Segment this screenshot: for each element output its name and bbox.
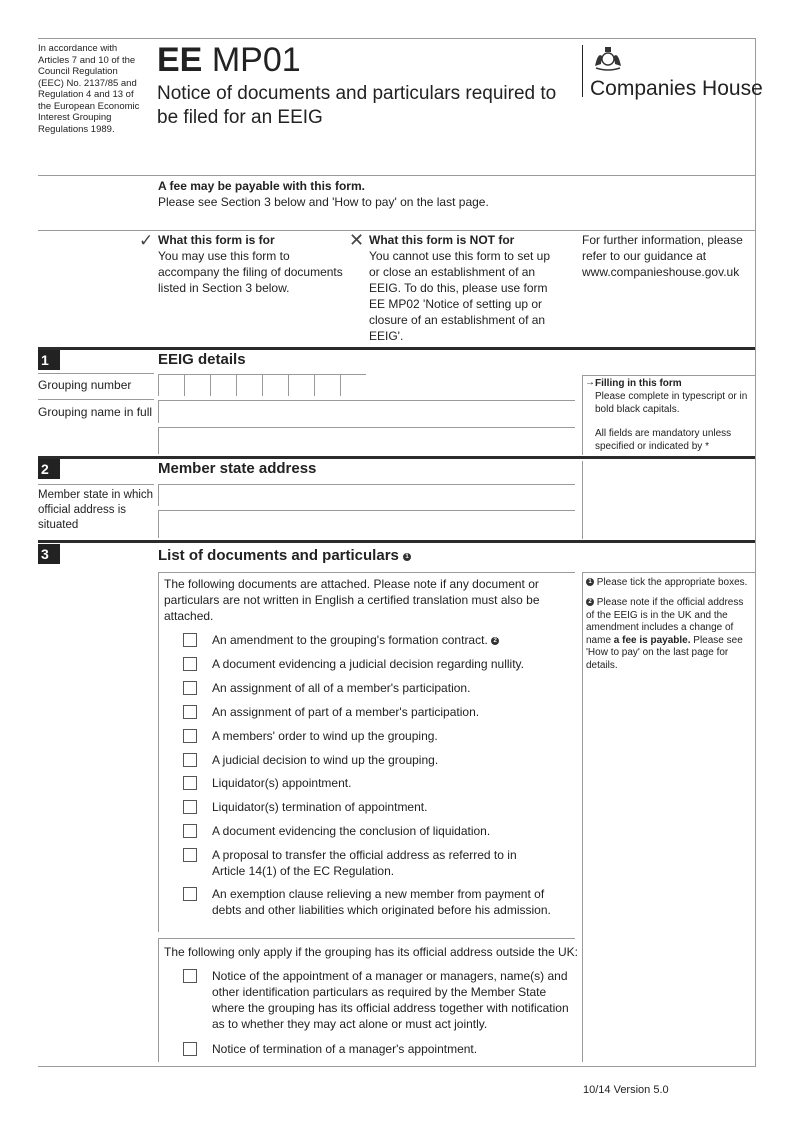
filling-guidance-title: Filling in this form bbox=[595, 378, 682, 389]
member-state-line-2[interactable] bbox=[158, 510, 575, 538]
form-code-bold: EE bbox=[157, 41, 203, 79]
section-number-1: 1 bbox=[38, 350, 60, 370]
legal-note: In accordance with Articles 7 and 10 of … bbox=[38, 43, 140, 135]
divider bbox=[38, 399, 154, 400]
form-not-for-title: What this form is NOT for bbox=[369, 233, 515, 247]
member-state-line-1[interactable] bbox=[158, 484, 575, 506]
checkbox-manager-appointment[interactable] bbox=[183, 969, 197, 983]
item-amendment: An amendment to the grouping's formation… bbox=[212, 632, 500, 648]
mandatory-fields-note: All fields are mandatory unless specifie… bbox=[595, 428, 732, 452]
section-title-3-text: List of documents and particulars bbox=[158, 547, 399, 564]
note-2: 2 Please note if the official address of… bbox=[586, 597, 754, 672]
item-manager-termination: Notice of termination of a manager's app… bbox=[212, 1042, 478, 1056]
grouping-number-cell[interactable] bbox=[236, 374, 262, 396]
section-number-2: 2 bbox=[38, 459, 60, 479]
divider bbox=[582, 461, 583, 539]
item-assignment-all: An assignment of all of a member's parti… bbox=[212, 681, 471, 695]
member-state-label: Member state in which official address i… bbox=[38, 489, 154, 531]
documents-intro: The following documents are attached. Pl… bbox=[164, 577, 540, 623]
form-title: Notice of documents and particulars requ… bbox=[157, 83, 557, 128]
checkbox-manager-termination[interactable] bbox=[183, 1042, 197, 1056]
item-nullity: A document evidencing a judicial decisio… bbox=[212, 657, 524, 671]
item-manager-appointment: Notice of the appointment of a manager o… bbox=[212, 969, 569, 1031]
top-border bbox=[38, 38, 755, 39]
form-for-title: What this form is for bbox=[158, 233, 275, 247]
item-assignment-part: An assignment of part of a member's part… bbox=[212, 705, 480, 719]
section-divider bbox=[38, 456, 755, 459]
checkbox-judicial-wind-up[interactable] bbox=[183, 753, 197, 767]
note-2-marker: 2 bbox=[491, 637, 500, 645]
item-liquidator-termination: Liquidator(s) termination of appointment… bbox=[212, 800, 428, 814]
grouping-number-cell[interactable] bbox=[340, 374, 366, 396]
item-transfer-proposal: A proposal to transfer the official addr… bbox=[212, 848, 517, 878]
checkbox-nullity[interactable] bbox=[183, 657, 197, 671]
checkbox-transfer-proposal[interactable] bbox=[183, 848, 197, 862]
item-conclusion-liquidation: A document evidencing the conclusion of … bbox=[212, 824, 491, 838]
item-members-order: A members' order to wind up the grouping… bbox=[212, 729, 438, 743]
divider bbox=[38, 175, 755, 176]
note-1-marker: 1 bbox=[403, 553, 412, 561]
form-code: EE MP01 bbox=[157, 40, 301, 80]
grouping-number-cell[interactable] bbox=[314, 374, 340, 396]
checkbox-liquidator-appointment[interactable] bbox=[183, 776, 197, 790]
item-label: An amendment to the grouping's formation… bbox=[212, 633, 488, 647]
logo-divider bbox=[582, 45, 583, 97]
grouping-number-cell[interactable] bbox=[288, 374, 314, 396]
note-1-text: Please tick the appropriate boxes. bbox=[596, 577, 748, 588]
checkbox-assignment-all[interactable] bbox=[183, 681, 197, 695]
logo-text: Companies House bbox=[590, 77, 763, 100]
check-icon: ✓ bbox=[139, 231, 154, 250]
section-title-2: Member state address bbox=[158, 460, 317, 477]
checkbox-conclusion-liquidation[interactable] bbox=[183, 824, 197, 838]
section-title-3: List of documents and particulars 1 bbox=[158, 547, 412, 564]
section-number-3: 3 bbox=[38, 544, 60, 564]
filling-guidance-text: Please complete in typescript or in bold… bbox=[595, 391, 748, 415]
grouping-number-cell[interactable] bbox=[158, 374, 184, 396]
bottom-border bbox=[38, 1066, 756, 1067]
grouping-number-label: Grouping number bbox=[38, 378, 132, 392]
item-liquidator-appointment: Liquidator(s) appointment. bbox=[212, 776, 352, 790]
checkbox-liquidator-termination[interactable] bbox=[183, 800, 197, 814]
section-divider bbox=[38, 347, 755, 350]
further-info: For further information, please refer to… bbox=[582, 233, 743, 279]
divider bbox=[38, 373, 154, 374]
fee-text: Please see Section 3 below and 'How to p… bbox=[158, 195, 489, 209]
note-2-number: 2 bbox=[586, 598, 594, 606]
note-2-text-bold: a fee is payable. bbox=[613, 634, 691, 646]
checkbox-exemption-clause[interactable] bbox=[183, 887, 197, 901]
grouping-number-cell[interactable] bbox=[262, 374, 288, 396]
form-code-rest: MP01 bbox=[211, 41, 301, 79]
form-for-text: You may use this form to accompany the f… bbox=[158, 249, 343, 295]
form-not-for-text: You cannot use this form to set up or cl… bbox=[369, 249, 551, 343]
divider bbox=[38, 484, 154, 485]
section-title-1: EEIG details bbox=[158, 351, 246, 368]
note-1: 1 Please tick the appropriate boxes. bbox=[586, 577, 754, 590]
outside-uk-intro: The following only apply if the grouping… bbox=[164, 945, 579, 959]
item-exemption-clause: An exemption clause relieving a new memb… bbox=[212, 887, 551, 917]
royal-coat-of-arms-icon bbox=[590, 44, 626, 72]
right-border bbox=[755, 38, 756, 1067]
grouping-name-label: Grouping name in full bbox=[38, 405, 153, 419]
grouping-name-line-1[interactable] bbox=[158, 400, 575, 423]
fee-heading: A fee may be payable with this form. bbox=[158, 179, 365, 193]
form-version: 10/14 Version 5.0 bbox=[583, 1084, 669, 1096]
note-1-number: 1 bbox=[586, 578, 594, 586]
grouping-number-cell[interactable] bbox=[184, 374, 210, 396]
checkbox-amendment[interactable] bbox=[183, 633, 197, 647]
checkbox-members-order[interactable] bbox=[183, 729, 197, 743]
grouping-number-cell[interactable] bbox=[210, 374, 236, 396]
grouping-name-line-2[interactable] bbox=[158, 427, 575, 454]
cross-icon: ✕ bbox=[349, 230, 365, 250]
arrow-right-icon: → bbox=[585, 377, 595, 388]
item-judicial-wind-up: A judicial decision to wind up the group… bbox=[212, 753, 439, 767]
checkbox-assignment-part[interactable] bbox=[183, 705, 197, 719]
section-divider bbox=[38, 540, 755, 543]
